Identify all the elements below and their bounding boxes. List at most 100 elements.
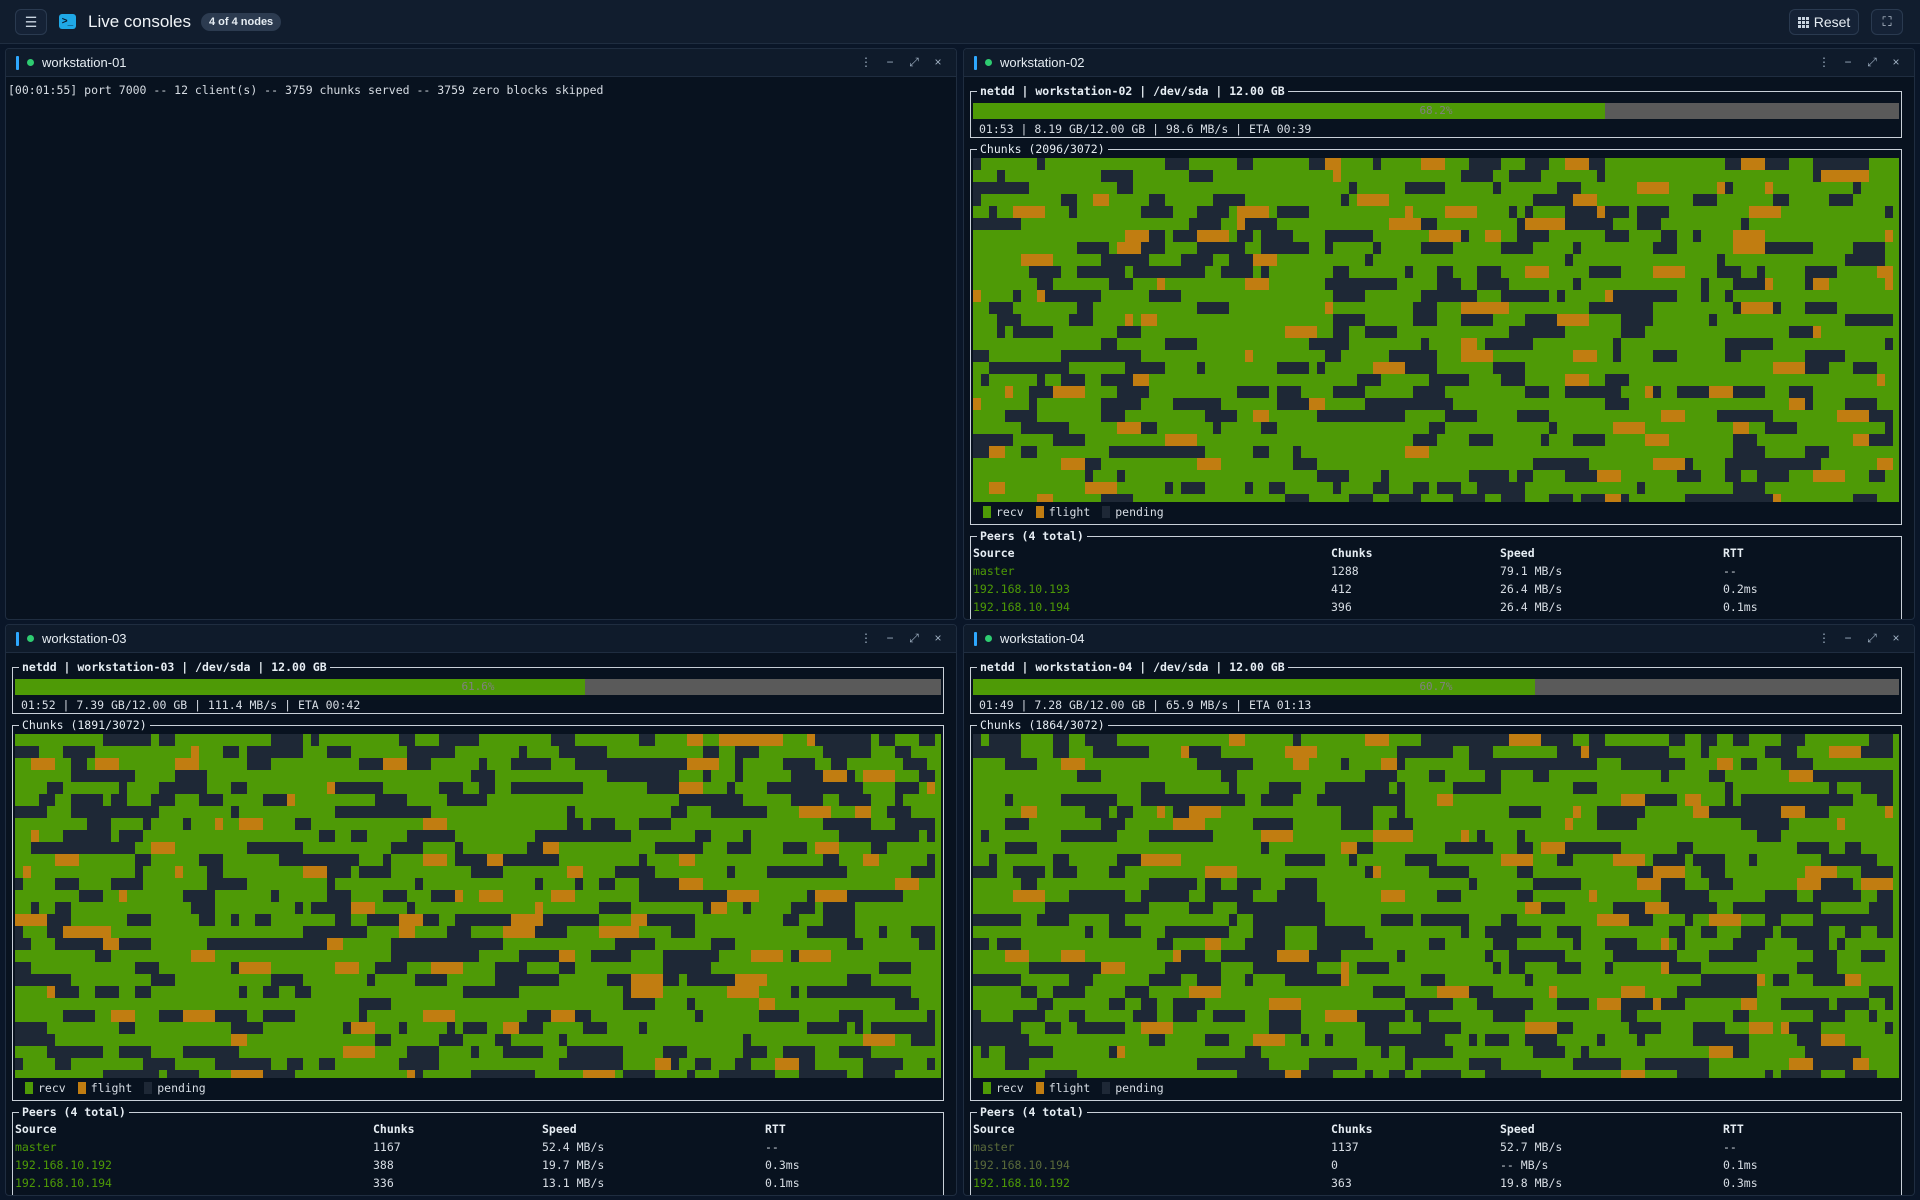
chunk-pending [1589,158,1605,170]
chunk-flight [1341,962,1349,974]
chunk-pending [351,782,383,794]
chunk-pending [1677,938,1685,950]
fullscreen-button[interactable]: ⛶ [1871,9,1903,35]
more-icon[interactable]: ⋮ [1816,53,1832,71]
chunk-pending [399,806,431,818]
chunk-pending [679,842,687,854]
minimize-icon[interactable]: − [882,53,898,71]
chunk-pending [1573,242,1581,254]
chunk-pending [455,842,463,854]
chunk-pending [1781,1070,1805,1078]
chunk-pending [1237,878,1245,890]
chunk-pending [1645,746,1669,758]
more-icon[interactable]: ⋮ [858,629,874,647]
chunk-flight [423,854,447,866]
chunk-pending [591,950,623,962]
chunk-flight [1325,158,1341,170]
chunk-pending [1085,926,1093,938]
chunk-pending [981,914,1005,926]
chunk-pending [1109,278,1133,290]
expand-icon[interactable]: ⤢ [906,53,922,71]
chunk-pending [271,974,303,986]
chunk-pending [1077,770,1101,782]
chunk-pending [639,938,655,950]
chunk-pending [1093,746,1125,758]
chunk-pending [1557,998,1589,1010]
close-icon[interactable]: × [1888,53,1904,71]
chunk-pending [623,986,631,998]
chunk-flight [727,986,759,998]
chunk-flight [399,926,415,938]
chunk-pending [1733,1046,1749,1058]
peer-source: 192.168.10.192 [15,1158,112,1172]
chunk-pending [207,878,239,890]
chunk-pending [839,794,871,806]
chunk-pending [1085,458,1101,470]
chunk-pending [1005,914,1021,926]
chunk-pending [1077,1022,1109,1034]
close-icon[interactable]: × [930,629,946,647]
minimize-icon[interactable]: − [882,629,898,647]
chunk-pending [1733,470,1741,482]
chunk-pending [623,998,655,1010]
chunk-pending [1629,1022,1661,1034]
chunk-pending [1405,854,1437,866]
chunk-pending [1085,734,1117,746]
terminal-output[interactable]: netdd | workstation-02 | /dev/sda | 12.0… [964,78,1914,619]
chunk-pending [1125,350,1141,362]
chunk-flight [815,890,847,902]
chunk-pending [1205,830,1213,842]
close-icon[interactable]: × [1888,629,1904,647]
more-icon[interactable]: ⋮ [858,53,874,71]
chunk-pending [719,1070,727,1078]
menu-button[interactable]: ☰ [15,9,47,35]
chunk-flight [1125,314,1133,326]
chunk-flight [1613,854,1645,866]
reset-button[interactable]: Reset [1789,9,1859,35]
chunk-pending [1533,950,1565,962]
chunk-flight [1525,266,1549,278]
chunk-pending [1453,1070,1461,1078]
chunk-pending [343,806,367,818]
expand-icon[interactable]: ⤢ [1864,629,1880,647]
chunk-pending [1525,974,1533,986]
chunk-pending [1885,422,1893,434]
chunk-pending [1101,818,1125,830]
expand-icon[interactable]: ⤢ [1864,53,1880,71]
more-icon[interactable]: ⋮ [1816,629,1832,647]
terminal-output[interactable]: netdd | workstation-04 | /dev/sda | 12.0… [964,654,1914,1195]
chunk-pending [1237,230,1253,242]
chunk-pending [1277,938,1285,950]
peers-frame: Peers (4 total) Source Chunks Speed RTT … [12,1105,944,1195]
chunk-pending [431,914,439,926]
peer-speed: 19.7 MB/s [542,1158,605,1172]
chunk-pending [1077,242,1109,254]
chunk-pending [759,1070,775,1078]
chunk-pending [1741,818,1773,830]
chunk-pending [997,1022,1021,1034]
chunk-pending [1885,998,1893,1010]
chunk-pending [927,1058,935,1070]
chunk-pending [1589,1058,1621,1070]
close-icon[interactable]: × [930,53,946,71]
chunk-pending [1445,374,1469,386]
chunk-pending [1653,350,1677,362]
chunk-pending [1165,482,1173,494]
chunk-pending [855,830,871,842]
terminal-output[interactable]: netdd | workstation-03 | /dev/sda | 12.0… [6,654,956,1195]
chunk-pending [1237,158,1253,170]
minimize-icon[interactable]: − [1840,629,1856,647]
chunk-pending [1133,746,1141,758]
chunk-flight [1509,734,1541,746]
minimize-icon[interactable]: − [1840,53,1856,71]
chunk-pending [1485,1034,1501,1046]
terminal-output[interactable]: [00:01:55] port 7000 -- 12 client(s) -- … [6,78,956,619]
chunk-pending [383,854,391,866]
expand-icon[interactable]: ⤢ [906,629,922,647]
chunk-pending [1813,998,1829,1010]
chunk-pending [1509,338,1533,350]
chunk-flight [989,482,1005,494]
chunk-pending [743,1034,751,1046]
chunk-flight [1101,962,1125,974]
chunk-flight [1549,218,1565,230]
